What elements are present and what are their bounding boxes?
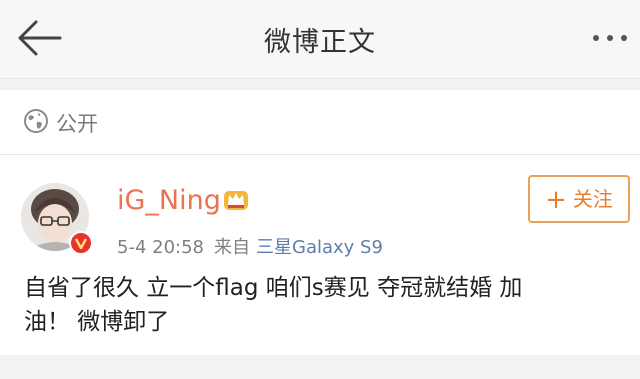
top-navigation-bar: 微博正文 (0, 0, 640, 79)
verified-icon (69, 231, 93, 255)
more-icon (593, 35, 627, 41)
visibility-bar: 公开 (0, 90, 640, 155)
content-line: 自省了很久 立一个flag 咱们s赛见 夺冠就结婚 加 (24, 275, 523, 301)
post-card: iG_Ning 5-4 20:58 来自 三星Galaxy S9 + 关注 自省了很久… (0, 155, 640, 355)
post-content: 自省了很久 立一个flag 咱们s赛见 夺冠就结婚 加 油！ 微博卸了 (24, 271, 614, 339)
post-meta: 5-4 20:58 来自 三星Galaxy S9 (117, 233, 383, 259)
username[interactable]: iG_Ning (117, 185, 221, 216)
globe-icon (24, 109, 48, 133)
source-device-link[interactable]: 三星Galaxy S9 (256, 237, 383, 258)
source-prefix: 来自 (214, 237, 250, 258)
post-time: 5-4 20:58 (117, 237, 204, 258)
page-title: 微博正文 (264, 27, 376, 58)
member-crown-icon (224, 191, 248, 210)
content-line: 油！ 微博卸了 (24, 309, 170, 335)
follow-button[interactable]: + 关注 (528, 175, 630, 223)
avatar[interactable] (21, 183, 93, 255)
follow-label: 关注 (572, 187, 613, 211)
plus-icon: + (545, 185, 567, 215)
visibility-label: 公开 (56, 112, 98, 136)
more-button[interactable] (588, 28, 632, 48)
